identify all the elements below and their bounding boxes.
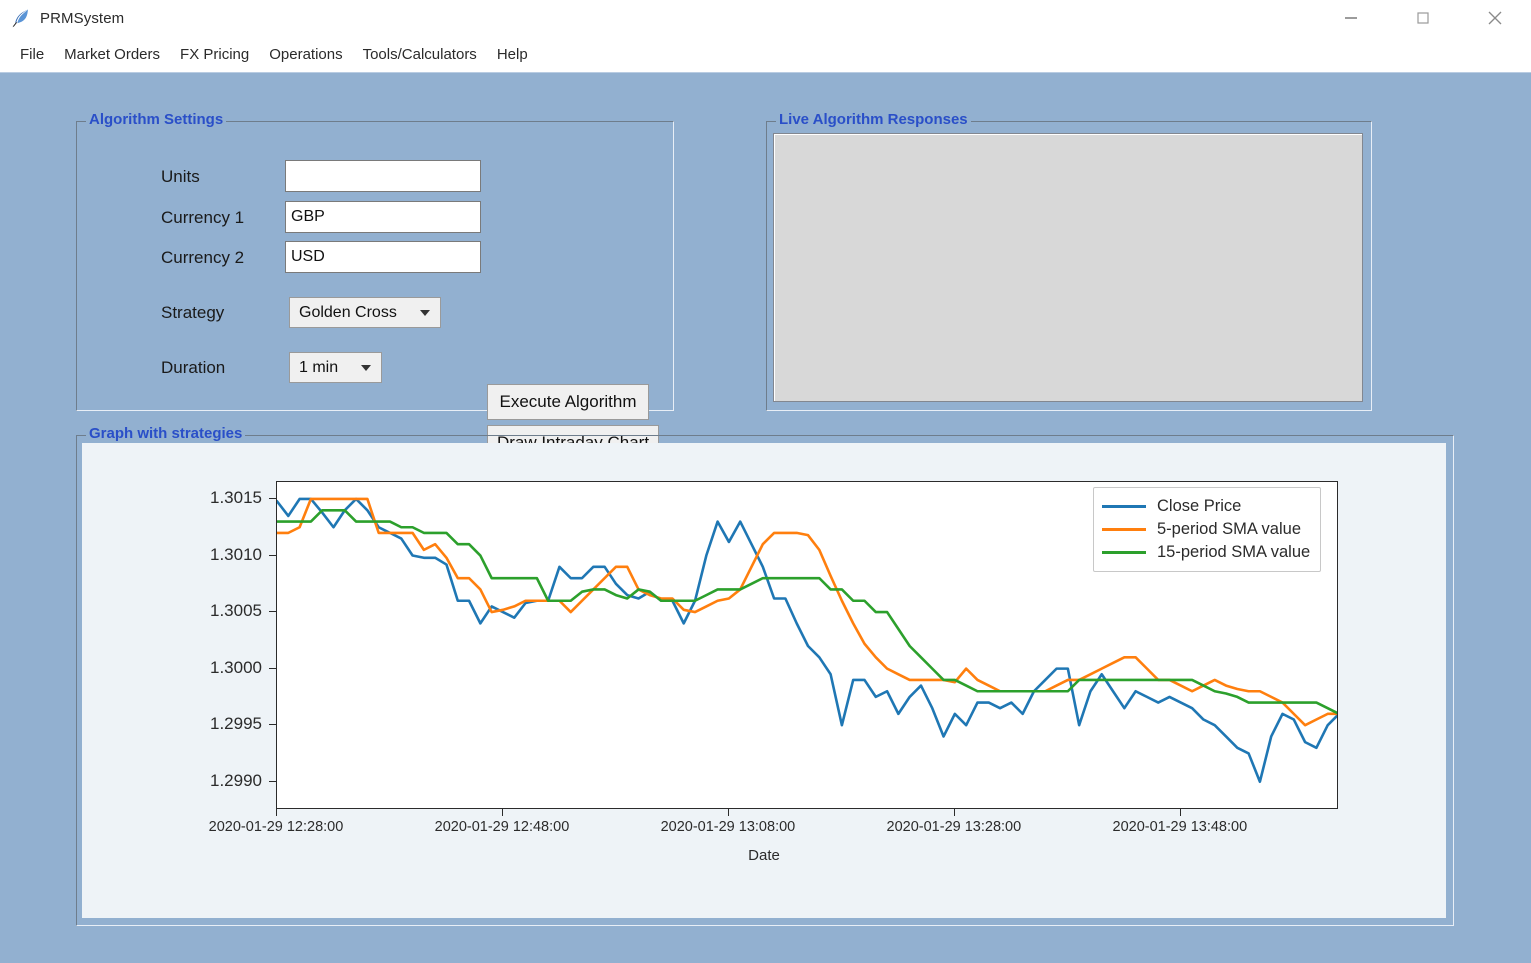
menu-item-market-orders[interactable]: Market Orders	[54, 42, 170, 67]
maximize-icon[interactable]	[1387, 0, 1459, 36]
chevron-down-icon	[361, 364, 371, 371]
menu-item-fx-pricing[interactable]: FX Pricing	[170, 42, 259, 67]
units-input[interactable]	[285, 160, 481, 192]
menu-item-operations[interactable]: Operations	[259, 42, 352, 67]
live-responses-listbox[interactable]	[773, 133, 1363, 402]
strategy-selected-value: Golden Cross	[299, 303, 397, 321]
legend-item: Close Price	[1102, 495, 1310, 518]
x-tick-label: 2020-01-29 12:28:00	[208, 819, 344, 835]
x-tick-mark	[1179, 809, 1182, 816]
feather-quill-icon	[8, 5, 34, 31]
strategy-label: Strategy	[161, 303, 225, 322]
window-controls	[1315, 0, 1531, 36]
currency2-input[interactable]: USD	[285, 241, 481, 273]
legend-label: 15-period SMA value	[1157, 543, 1311, 561]
minimize-icon[interactable]	[1315, 0, 1387, 36]
strategy-dropdown[interactable]: Golden Cross	[289, 297, 441, 328]
x-axis-label: Date	[748, 847, 780, 864]
units-label: Units	[161, 167, 200, 186]
legend-color-swatch	[1102, 551, 1146, 554]
graph-with-strategies-group: Graph with strategies 1.2990 1.2995 1.3000…	[76, 425, 1454, 926]
duration-dropdown[interactable]: 1 min	[289, 352, 382, 383]
legend-color-swatch	[1102, 505, 1146, 508]
live-algorithm-responses-title: Live Algorithm Responses	[776, 111, 971, 128]
duration-selected-value: 1 min	[299, 358, 339, 376]
legend-label: Close Price	[1157, 497, 1242, 515]
chart-figure: 1.2990 1.2995 1.3000 1.3005 1.3010 1.3015 202…	[82, 443, 1446, 918]
y-tick-label: 1.3000	[210, 657, 262, 677]
x-tick-mark	[501, 809, 504, 816]
window-title: PRMSystem	[40, 9, 125, 27]
y-tick-label: 1.3015	[210, 487, 262, 507]
y-tick-mark	[269, 780, 276, 783]
x-tick-mark	[276, 809, 278, 816]
x-tick-mark	[953, 809, 956, 816]
chart-legend: Close Price 5-period SMA value 15-period S…	[1093, 487, 1322, 572]
currency2-label: Currency 2	[161, 248, 245, 267]
y-tick-label: 1.2990	[210, 770, 262, 790]
legend-item: 15-period SMA value	[1102, 541, 1310, 564]
x-tick-label: 2020-01-29 12:48:00	[434, 819, 570, 835]
legend-item: 5-period SMA value	[1102, 518, 1310, 541]
chart-plot-area[interactable]: 1.2990 1.2995 1.3000 1.3005 1.3010 1.3015 202…	[82, 443, 1446, 918]
graph-panel-title: Graph with strategies	[86, 425, 246, 442]
y-tick-mark	[269, 554, 276, 556]
duration-label: Duration	[161, 358, 226, 377]
legend-label: 5-period SMA value	[1157, 520, 1301, 538]
y-tick-label: 1.3005	[210, 601, 262, 621]
y-tick-label: 1.2995	[210, 714, 262, 734]
algorithm-settings-title: Algorithm Settings	[86, 111, 227, 128]
live-algorithm-responses-group: Live Algorithm Responses	[766, 111, 1372, 411]
currency1-input[interactable]: GBP	[285, 201, 481, 233]
chevron-down-icon	[420, 309, 430, 316]
y-tick-mark	[269, 611, 276, 613]
menu-item-file[interactable]: File	[10, 42, 54, 67]
y-tick-mark	[269, 497, 276, 500]
menu-item-help[interactable]: Help	[487, 42, 538, 67]
currency1-label: Currency 1	[161, 208, 245, 227]
client-area: Algorithm Settings Units Currency 1 GBP …	[0, 72, 1531, 963]
x-tick-label: 2020-01-29 13:28:00	[886, 819, 1022, 835]
x-tick-label: 2020-01-29 13:48:00	[1112, 819, 1248, 835]
y-tick-mark	[269, 667, 276, 669]
menu-bar: File Market Orders FX Pricing Operations…	[0, 36, 1531, 72]
close-icon[interactable]	[1459, 0, 1531, 36]
algorithm-settings-group: Algorithm Settings Units Currency 1 GBP …	[76, 111, 674, 461]
legend-color-swatch	[1102, 528, 1146, 531]
title-bar: PRMSystem	[0, 0, 1531, 36]
menu-item-tools-calculators[interactable]: Tools/Calculators	[353, 42, 487, 67]
y-tick-mark	[269, 724, 276, 726]
execute-algorithm-button[interactable]: Execute Algorithm	[487, 384, 649, 420]
y-tick-label: 1.3010	[210, 544, 262, 564]
x-tick-label: 2020-01-29 13:08:00	[660, 819, 796, 835]
x-tick-mark	[727, 809, 730, 816]
